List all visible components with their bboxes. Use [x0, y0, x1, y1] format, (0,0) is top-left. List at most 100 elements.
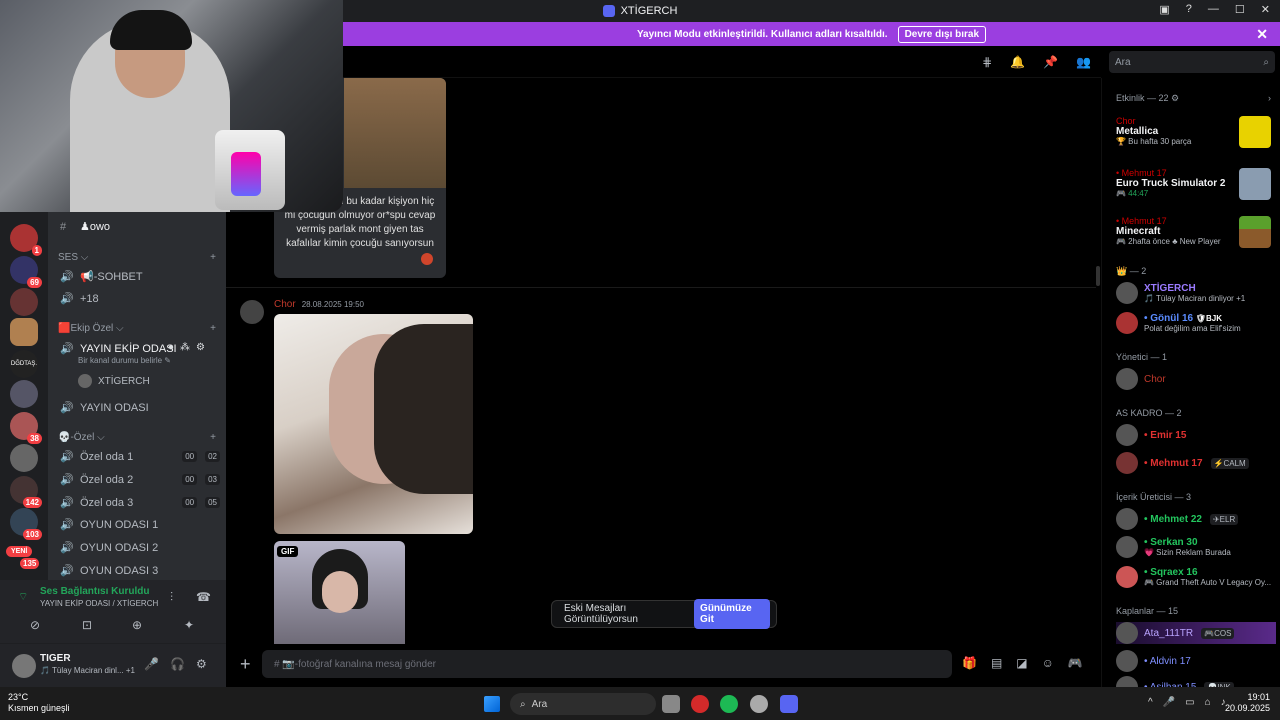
chat-bubble-icon[interactable]: ● — [168, 342, 174, 353]
portrait-image[interactable] — [274, 314, 473, 534]
channel-yayin-odasi[interactable]: 🔊 YAYIN ODASI — [60, 401, 220, 415]
chat-scrollbar[interactable] — [1096, 266, 1100, 286]
windows-start-icon[interactable] — [484, 696, 500, 712]
notification-bell-icon[interactable]: 🔔 — [1010, 55, 1025, 69]
member-item[interactable]: • Emir 15 — [1116, 424, 1276, 446]
channel-oyun-3[interactable]: 🔊 OYUN ODASI 3 — [60, 564, 220, 578]
gif-attachment[interactable]: GIF — [274, 541, 405, 644]
channel-oyun-1[interactable]: 🔊 OYUN ODASI 1 — [60, 518, 220, 532]
voice-user[interactable]: XTİGERCH — [78, 374, 150, 388]
sticker-icon[interactable]: ◪ — [1016, 656, 1027, 670]
channel-status[interactable]: Bir kanal durumu belirle ✎ — [78, 356, 171, 365]
activity-icon[interactable]: 🎮 — [1068, 656, 1083, 670]
jump-to-present-button[interactable]: Günümüze Git — [694, 599, 770, 629]
member-item[interactable]: • Serkan 30 💗 Sizin Reklam Burada — [1116, 536, 1276, 558]
member-item[interactable]: • Gönül 16 🛡BJK Polat değilim ama Elif'si… — [1116, 312, 1276, 334]
settings-icon[interactable]: ⚙ — [196, 342, 205, 353]
server-icon[interactable]: 69 — [10, 256, 42, 288]
minimize-button[interactable]: — — [1208, 3, 1219, 16]
spotify-icon[interactable] — [720, 695, 738, 713]
add-channel-icon[interactable]: + — [210, 252, 216, 263]
channel-sohbet[interactable]: 🔊 📢-SOHBET — [60, 270, 220, 283]
member-item[interactable]: XTİGERCH 🎵 Tülay Maciran dinliyor +1 — [1116, 282, 1276, 304]
channel-oyun-2[interactable]: 🔊 OYUN ODASI 2 — [60, 541, 220, 555]
server-icon[interactable]: 38 — [10, 412, 42, 444]
category-ekip-ozel[interactable]: 🟥Ekip Özel ⌵ + — [58, 323, 216, 334]
channel-ozel-1[interactable]: 🔊 Özel oda 1 00 02 — [60, 450, 220, 463]
channel-owo[interactable]: # ♟owo — [60, 220, 220, 234]
add-channel-icon[interactable]: + — [210, 432, 216, 443]
channel-ozel-2[interactable]: 🔊 Özel oda 2 00 03 — [60, 473, 220, 486]
activity-card[interactable]: • Mehmut 17 Euro Truck Simulator 2 🎮 44:… — [1116, 168, 1271, 200]
server-icon[interactable] — [10, 444, 38, 472]
member-list-icon[interactable]: 👥 — [1076, 55, 1091, 69]
member-item[interactable]: Chor — [1116, 368, 1276, 390]
close-window-button[interactable]: ✕ — [1261, 3, 1270, 16]
server-icon[interactable] — [10, 288, 38, 316]
channel-ozel-3[interactable]: 🔊 Özel oda 3 00 05 — [60, 496, 220, 509]
gift-icon[interactable]: 🎁 — [962, 656, 977, 670]
voice-channel[interactable]: YAYIN EKİP ODASI / XTİGERCH — [40, 599, 158, 608]
microphone-icon[interactable]: 🎤 — [144, 657, 159, 671]
opera-icon[interactable] — [691, 695, 709, 713]
weather-widget[interactable]: 23°C Kısmen güneşli — [8, 692, 70, 714]
inbox-icon[interactable]: ▣ — [1159, 3, 1169, 16]
disable-streamer-button[interactable]: Devre dışı bırak — [897, 25, 987, 43]
close-banner-icon[interactable]: ✕ — [1256, 26, 1268, 43]
chevron-up-icon[interactable]: ^ — [1148, 697, 1153, 708]
add-channel-icon[interactable]: + — [210, 323, 216, 334]
disconnect-icon[interactable]: ☎ — [196, 590, 211, 604]
noise-suppression-icon[interactable]: ⫶ — [170, 590, 173, 605]
file-explorer-icon[interactable] — [662, 695, 680, 713]
invite-icon[interactable]: ⁂ — [180, 342, 190, 353]
chevron-right-icon[interactable]: › — [1268, 93, 1271, 104]
discord-icon[interactable] — [780, 695, 798, 713]
server-icon[interactable]: DĞDTAŞ. — [10, 350, 38, 378]
monitor-icon[interactable]: ▭ — [1185, 697, 1194, 708]
headphones-icon[interactable]: 🎧 — [170, 657, 185, 671]
tiger-image[interactable] — [344, 78, 446, 188]
signal-icon[interactable]: ⌔ — [18, 590, 28, 604]
camera-off-icon[interactable]: ⊘ — [30, 618, 40, 632]
message-author[interactable]: Chor — [274, 299, 296, 310]
steam-icon[interactable] — [750, 695, 768, 713]
channel-plus18[interactable]: 🔊 +18 — [60, 292, 220, 306]
member-item[interactable]: • Aldvin 17 — [1116, 650, 1276, 672]
add-attachment-icon[interactable]: + — [240, 654, 251, 675]
maximize-button[interactable]: ☐ — [1235, 3, 1245, 16]
username[interactable]: TIGER — [40, 653, 71, 664]
search-input[interactable]: Ara ⌕ — [1109, 51, 1275, 73]
category-ses[interactable]: SES ⌵ + — [58, 252, 216, 263]
server-icon[interactable] — [10, 318, 38, 346]
emoji-icon[interactable]: ☺ — [1042, 656, 1054, 670]
server-icon[interactable]: 142 — [10, 476, 42, 508]
clock[interactable]: 19:01 20.09.2025 — [1225, 692, 1270, 714]
server-icon[interactable]: 103 — [10, 508, 42, 540]
category-ozel[interactable]: 💀-Özel ⌵ + — [58, 432, 216, 443]
message-input[interactable]: # 📷-fotoğraf kanalına mesaj gönder — [262, 650, 952, 678]
soundboard-icon[interactable]: ✦ — [184, 618, 194, 632]
voice-status[interactable]: Ses Bağlantısı Kuruldu — [40, 586, 149, 597]
screen-share-icon[interactable]: ⊡ — [82, 618, 92, 632]
taskbar-search[interactable]: ⌕ Ara — [510, 693, 656, 715]
member-item[interactable]: Ata_111TR 🎮COS — [1116, 622, 1276, 644]
avatar[interactable] — [12, 654, 36, 678]
member-item[interactable]: • Sqraex 16 🎮 Grand Theft Auto V Legacy O… — [1116, 566, 1276, 588]
gif-icon[interactable]: ▤ — [991, 656, 1002, 670]
activity-icon[interactable]: ⊕ — [132, 618, 142, 632]
help-icon[interactable]: ? — [1186, 3, 1192, 16]
author-avatar[interactable] — [240, 300, 264, 324]
threads-icon[interactable]: ⋕ — [982, 55, 992, 69]
member-item[interactable]: • Mehmut 17 ⚡CALM — [1116, 452, 1276, 474]
microphone-icon[interactable]: 🎤 — [1163, 697, 1175, 708]
server-icon[interactable] — [10, 380, 38, 408]
activity-card[interactable]: • Mehmut 17 Minecraft 🎮 2hafta önce ♣ Ne… — [1116, 216, 1271, 248]
network-icon[interactable]: ⌂ — [1205, 697, 1211, 708]
member-item[interactable]: • Mehmet 22 ✈ELR — [1116, 508, 1276, 530]
user-settings-icon[interactable]: ⚙ — [196, 657, 207, 671]
pin-icon[interactable]: 📌 — [1043, 55, 1058, 69]
server-icon[interactable]: 1 — [10, 224, 42, 256]
activity-card[interactable]: Chor Metallica 🏆 Bu hafta 30 parça — [1116, 116, 1271, 148]
new-badge[interactable]: YENİ — [6, 546, 33, 557]
activity-header[interactable]: Etkinlik — 22 ⚙ › — [1116, 93, 1271, 104]
